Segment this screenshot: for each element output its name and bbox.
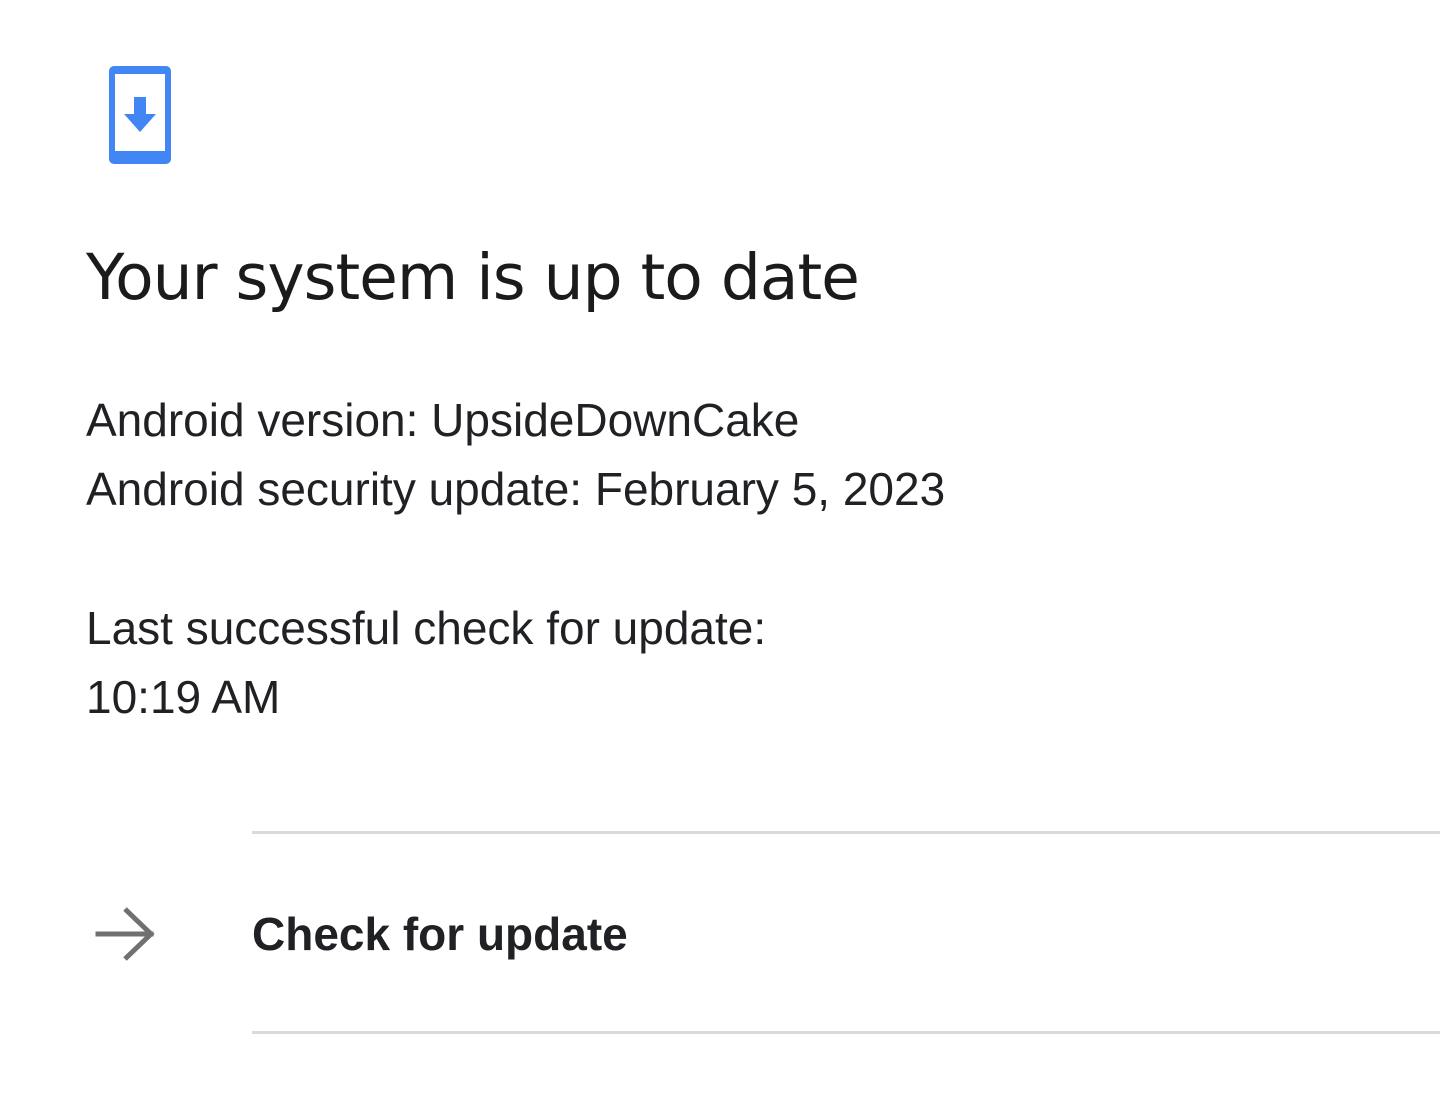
check-for-update-label: Check for update [252,908,628,960]
check-for-update-button[interactable]: Check for update [0,834,1440,1031]
arrow-right-icon [95,906,157,962]
divider [252,1031,1440,1034]
security-update-text: Android security update: February 5, 202… [86,463,946,515]
android-version-text: Android version: UpsideDownCake [86,394,800,446]
page-title: Your system is up to date [86,241,860,314]
version-info: Android version: UpsideDownCake Android … [86,386,945,524]
last-check-info: Last successful check for update: 10:19 … [86,594,766,732]
phone-download-icon [105,62,175,168]
last-check-time: 10:19 AM [86,671,281,723]
last-check-label: Last successful check for update: [86,602,767,654]
